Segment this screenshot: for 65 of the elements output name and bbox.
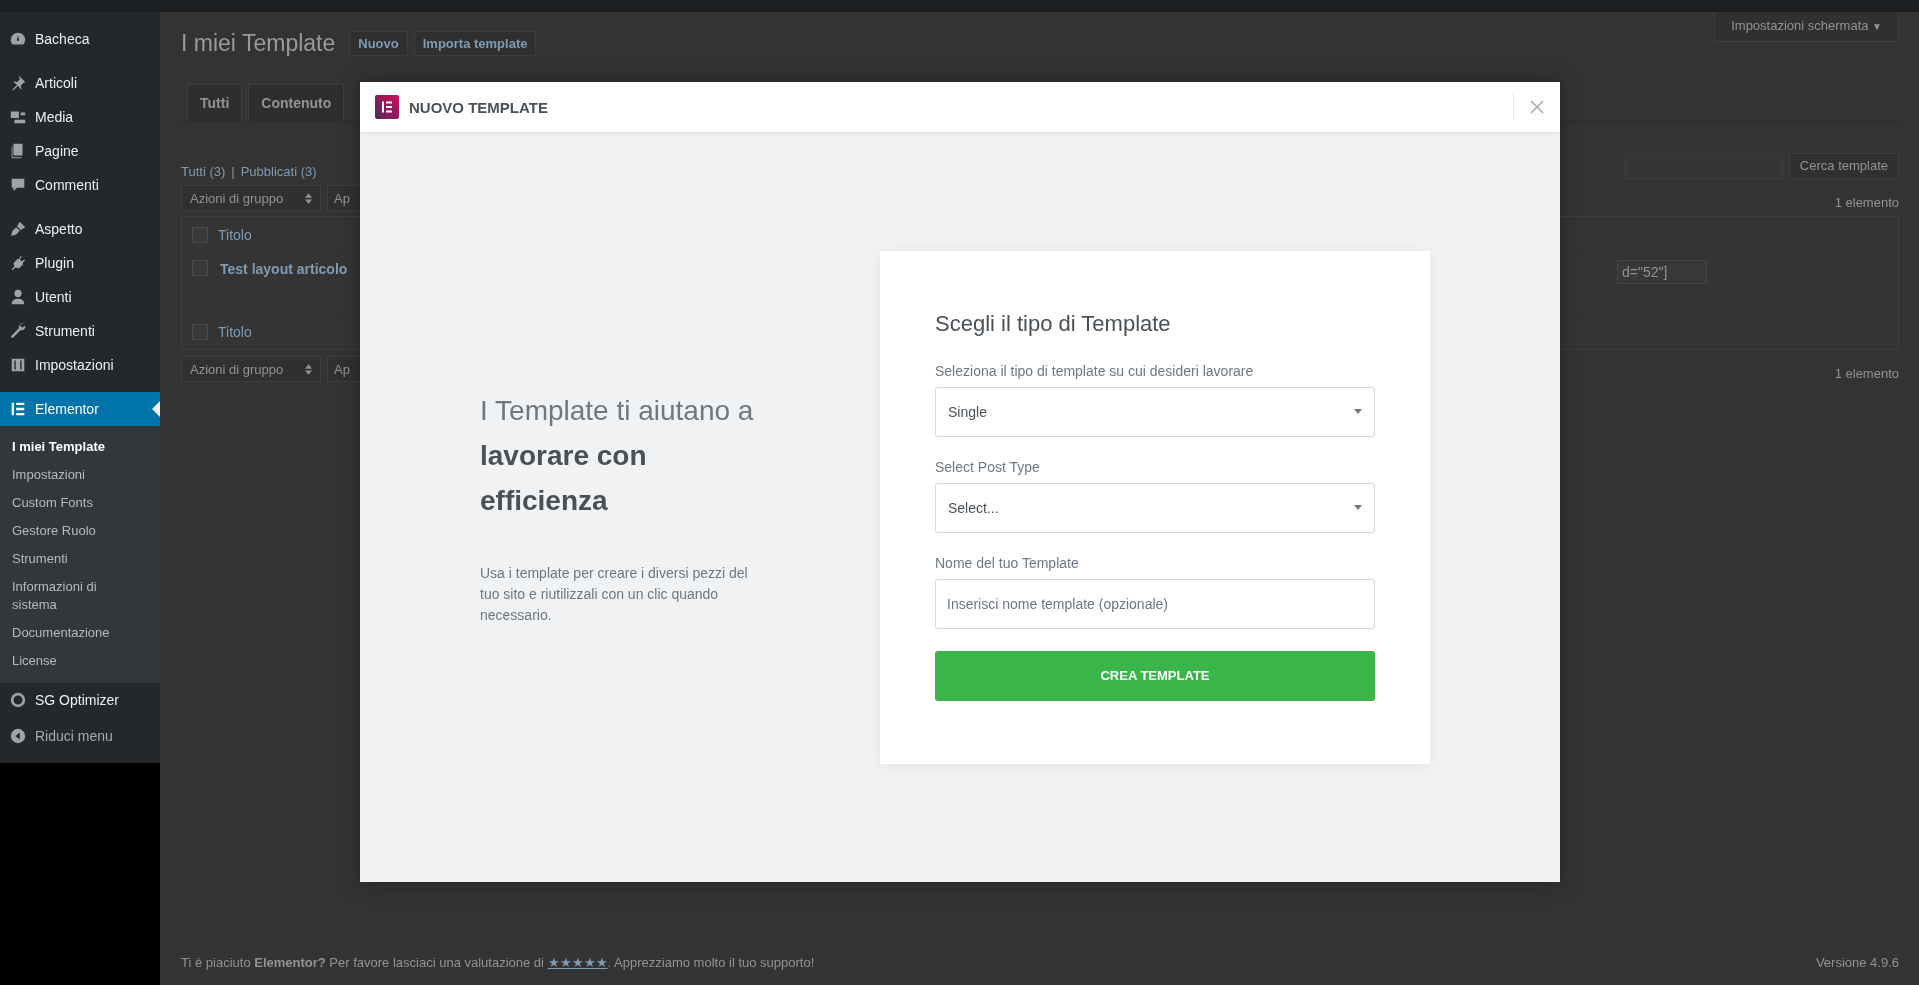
item-count: 1 elemento [1834, 364, 1899, 381]
sidebar-item[interactable]: Impostazioni [0, 348, 160, 382]
submenu-item[interactable]: Informazioni di sistema [0, 573, 160, 619]
page-action-button[interactable]: Importa template [413, 31, 537, 56]
filter-separator: | [231, 164, 235, 179]
sidebar-item[interactable]: Bacheca [0, 22, 160, 56]
sidebar-item[interactable]: Plugin [0, 246, 160, 280]
sidebar-item[interactable]: SG Optimizer [0, 683, 160, 717]
submenu-item[interactable]: Custom Fonts [0, 489, 160, 517]
brush-icon [9, 220, 27, 238]
rating-link[interactable]: ★★★★★ [547, 954, 608, 970]
dropdown-field[interactable]: Select... [935, 482, 1375, 533]
caret-icon [1354, 505, 1362, 510]
bulk-actions-select[interactable]: Azioni di gruppo [181, 356, 321, 382]
template-type-tab[interactable]: Contenuto [248, 84, 345, 121]
plug-icon [9, 254, 27, 272]
sidebar-item[interactable]: Aspetto [0, 212, 160, 246]
collapse-icon [9, 727, 27, 745]
field-label: Nome del tuo Template [935, 554, 1080, 571]
updown-icon [305, 363, 312, 375]
page-title: I miei Template [181, 30, 336, 57]
submenu-item[interactable]: License [0, 647, 160, 675]
item-count: 1 elemento [1834, 193, 1899, 210]
field-label: Select Post Type [935, 458, 1041, 475]
submenu-item[interactable]: Gestore Ruolo [0, 517, 160, 545]
field-label: Seleziona il tipo di template su cui desideri lavorare [935, 362, 1255, 379]
screen-options-button[interactable]: Impostazioni schermata ▼ [1714, 12, 1899, 42]
intro-description: Usa i template per creare i diversi pezzi del tuo sito e riutilizzali con un clic quando necessario. [480, 564, 749, 625]
submenu-item[interactable]: Impostazioni [0, 461, 160, 489]
sidebar-item[interactable]: Commenti [0, 168, 160, 202]
sidebar-item[interactable]: Media [0, 100, 160, 134]
form-title: Scegli il tipo di Template [935, 310, 1172, 337]
sliders-icon [9, 356, 27, 374]
caret-icon [1354, 409, 1362, 414]
submenu-item[interactable]: Strumenti [0, 545, 160, 573]
current-indicator-icon [152, 401, 160, 417]
sidebar-item[interactable]: Pagine [0, 134, 160, 168]
sidebar-item[interactable]: Utenti [0, 280, 160, 314]
column-header[interactable]: Titolo [218, 226, 252, 243]
submenu-item[interactable]: I miei Template [0, 433, 160, 461]
shortcode-field[interactable]: d="52"] [1617, 260, 1707, 284]
status-filter-link[interactable]: Pubblicati (3) [240, 164, 317, 179]
elementor-logo-icon [375, 95, 399, 119]
updown-icon [305, 192, 312, 204]
sidebar-item[interactable]: Strumenti [0, 314, 160, 348]
column-header[interactable]: Titolo [218, 323, 252, 340]
page-action-button[interactable]: Nuovo [349, 31, 408, 56]
collapse-menu-button[interactable]: Riduci menu [0, 719, 160, 753]
bulk-actions-select[interactable]: Azioni di gruppo [181, 185, 321, 211]
close-icon [1530, 100, 1544, 114]
status-filter-link[interactable]: Tutti (3) [181, 164, 226, 179]
submenu-item[interactable]: Documentazione [0, 619, 160, 647]
sidebar-item[interactable]: Elementor [0, 392, 160, 426]
sidebar-item[interactable]: Articoli [0, 66, 160, 100]
user-icon [9, 288, 27, 306]
elementor-icon [9, 400, 27, 418]
template-name-field[interactable]: Inserisci nome template (opzionale) [935, 578, 1375, 629]
dropdown-field[interactable]: Single [935, 386, 1375, 437]
dialog-title: NUOVO TEMPLATE [409, 98, 548, 116]
search-button[interactable]: Cerca template [1788, 152, 1899, 179]
wrench-icon [9, 322, 27, 340]
intro-headline: I Template ti aiutano a lavorare con efficienza [480, 394, 755, 518]
footer-note: Ti è piaciuto Elementor? Per favore lasciaci una valutazione di ★★★★★. Apprezziamo molto il tuo supporto! [181, 954, 815, 970]
template-type-tab[interactable]: Tutti [187, 84, 243, 121]
version-text: Versione 4.9.6 [1815, 954, 1899, 970]
